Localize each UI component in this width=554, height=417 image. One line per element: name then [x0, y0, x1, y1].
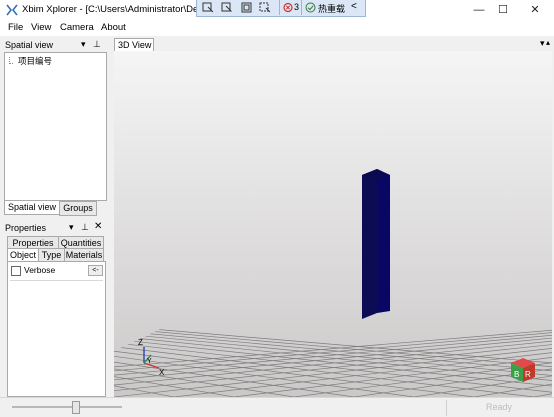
- axis-z-label: Z: [138, 338, 143, 347]
- pin-icon[interactable]: ⊥: [81, 222, 89, 233]
- maximize-button[interactable]: ☐: [488, 0, 518, 20]
- properties-title: Properties: [5, 223, 47, 233]
- error-icon[interactable]: [283, 2, 293, 13]
- track-focus-icon[interactable]: [259, 2, 272, 13]
- error-count: 3: [294, 2, 300, 12]
- menu-bar: File View Camera About: [0, 20, 554, 36]
- view-cube-face-b: B: [514, 370, 519, 379]
- verbose-toggle-button[interactable]: <-: [88, 265, 103, 276]
- menu-view[interactable]: View: [31, 22, 51, 33]
- panel-dropdown-icon[interactable]: ▾: [69, 222, 74, 233]
- close-button[interactable]: ✕: [520, 0, 550, 20]
- divider: [10, 280, 103, 281]
- panel-dropdown-icon[interactable]: ▾: [81, 39, 86, 50]
- menu-camera[interactable]: Camera: [60, 22, 94, 33]
- hot-reload-check-icon[interactable]: [305, 2, 316, 13]
- status-ready: Ready: [486, 402, 513, 412]
- pin-icon[interactable]: ⊥: [93, 39, 101, 50]
- column-face-right: [377, 169, 390, 313]
- tab-3d-view[interactable]: 3D View: [114, 38, 154, 51]
- document-tab-strip: 3D View ▾: [112, 37, 554, 51]
- layout-adorner-icon[interactable]: [240, 2, 253, 13]
- hot-reload-label[interactable]: 热重载: [318, 2, 345, 15]
- zoom-slider-track[interactable]: [12, 406, 122, 408]
- view-cube-face-r: R: [525, 370, 531, 379]
- select-element-icon[interactable]: [221, 2, 234, 13]
- axis-x-label: X: [159, 368, 165, 377]
- close-panel-icon[interactable]: ✕: [94, 221, 102, 232]
- viewport-canvas[interactable]: Z Y X B R: [114, 51, 552, 397]
- status-bar: Ready: [0, 397, 554, 417]
- window-title: Xbim Xplorer - [C:\Users\Administrator\D…: [22, 4, 199, 15]
- app-window: Xbim Xplorer - [C:\Users\Administrator\D…: [0, 0, 554, 417]
- menu-file[interactable]: File: [8, 22, 23, 33]
- verbose-checkbox[interactable]: [11, 266, 21, 276]
- collapse-toolbar-icon[interactable]: <: [351, 1, 357, 12]
- axis-y-label: Y: [147, 358, 152, 365]
- view-cube-icon[interactable]: B R: [511, 358, 535, 382]
- tab-spatial-view[interactable]: Spatial view: [4, 201, 60, 215]
- xbim-logo-icon: [6, 4, 18, 16]
- status-divider: [446, 400, 447, 416]
- menu-about[interactable]: About: [101, 22, 126, 33]
- spatial-tree: 项目编号: [4, 52, 107, 201]
- debug-toolbar: 3 热重载 <: [196, 0, 366, 17]
- tab-groups[interactable]: Groups: [59, 201, 97, 216]
- zoom-slider-thumb[interactable]: [72, 401, 80, 414]
- scroll-up-icon[interactable]: ▴: [546, 38, 550, 47]
- tab-list-dropdown-icon[interactable]: ▾: [540, 38, 545, 49]
- properties-content: Verbose <-: [7, 261, 106, 397]
- column-face-left: [362, 169, 377, 319]
- title-bar: Xbim Xplorer - [C:\Users\Administrator\D…: [0, 0, 554, 20]
- verbose-label: Verbose: [24, 265, 56, 275]
- properties-panel: Properties ▾ ⊥ ✕ Properties Quantities O…: [2, 221, 108, 397]
- spatial-view-panel: Spatial view ▾ ⊥ 项目编号 Spatial view Group…: [2, 38, 108, 216]
- inspect-element-icon[interactable]: [202, 2, 215, 13]
- tree-item-project[interactable]: 项目编号: [18, 55, 52, 67]
- tree-expander-icon[interactable]: [9, 57, 13, 64]
- viewport-3d[interactable]: Z Y X B R: [114, 51, 552, 397]
